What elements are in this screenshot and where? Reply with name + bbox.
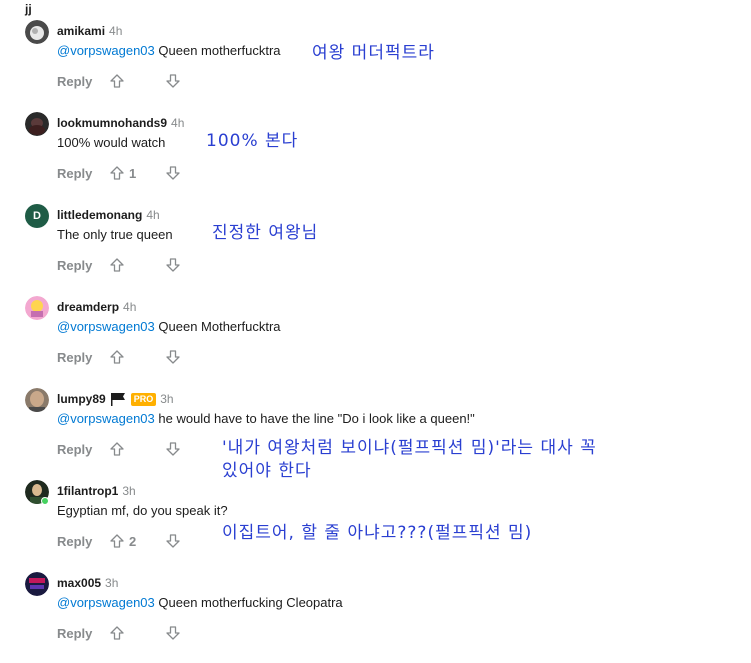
reply-button[interactable]: Reply (57, 350, 109, 365)
comment-meta: lookmumnohands9 4h (57, 116, 184, 130)
reply-button[interactable]: Reply (57, 166, 109, 181)
comment-actions: Reply (57, 256, 181, 274)
comment: D littledemonang 4h The only true queen … (0, 184, 751, 276)
vote-count: 2 (129, 533, 137, 549)
user-mention-link[interactable]: @vorpswagen03 (57, 319, 155, 334)
flag-icon (110, 392, 127, 406)
comment-body: Egyptian mf, do you speak it? (57, 503, 228, 518)
comment-body: @vorpswagen03 he would have to have the … (57, 411, 475, 426)
comment-meta: amikami 4h (57, 24, 122, 38)
comment-meta: lumpy89 PRO 3h (57, 392, 174, 406)
comment-text: Queen motherfucktra (158, 43, 281, 58)
timestamp[interactable]: 4h (171, 116, 184, 130)
reply-button[interactable]: Reply (57, 534, 109, 549)
comment-meta: dreamderp 4h (57, 300, 136, 314)
comment: 1filantrop1 3h Egyptian mf, do you speak… (0, 460, 751, 552)
timestamp[interactable]: 4h (146, 208, 159, 222)
comment: max005 3h @vorpswagen03 Queen motherfuck… (0, 552, 751, 644)
comment-actions: Reply (57, 348, 181, 366)
username[interactable]: lumpy89 (57, 392, 106, 406)
arrow-up-icon[interactable] (109, 257, 125, 273)
comment-text: The only true queen (57, 227, 173, 242)
comment-meta: 1filantrop1 3h (57, 484, 136, 498)
comment-text: Queen motherfucking Cleopatra (158, 595, 343, 610)
arrow-up-icon[interactable] (109, 165, 125, 181)
comment-actions: Reply (57, 440, 181, 458)
avatar[interactable] (25, 20, 49, 44)
comment-actions: Reply (57, 72, 181, 90)
translation-annotation: 100% 본다 (206, 131, 299, 151)
user-mention-link[interactable]: @vorpswagen03 (57, 595, 155, 610)
comment-text: Queen Motherfucktra (158, 319, 281, 334)
arrow-up-icon[interactable] (109, 441, 125, 457)
comment-body: 100% would watch (57, 135, 165, 150)
arrow-down-icon[interactable] (165, 533, 181, 549)
arrow-down-icon[interactable] (165, 257, 181, 273)
username[interactable]: max005 (57, 576, 101, 590)
avatar[interactable]: D (25, 204, 49, 228)
arrow-down-icon[interactable] (165, 73, 181, 89)
arrow-up-icon[interactable] (109, 625, 125, 641)
arrow-up-icon[interactable] (109, 533, 125, 549)
translation-annotation: 여왕 머더퍽트라 (312, 43, 435, 63)
user-mention-link[interactable]: @vorpswagen03 (57, 411, 155, 426)
username[interactable]: littledemonang (57, 208, 142, 222)
timestamp[interactable]: 4h (123, 300, 136, 314)
username[interactable]: 1filantrop1 (57, 484, 118, 498)
comment-meta: littledemonang 4h (57, 208, 160, 222)
reply-button[interactable]: Reply (57, 258, 109, 273)
comment: amikami 4h @vorpswagen03 Queen motherfuc… (0, 0, 751, 92)
username[interactable]: amikami (57, 24, 105, 38)
avatar[interactable] (25, 572, 49, 596)
translation-annotation: 이집트어, 할 줄 아냐고???(펄프픽션 밈) (222, 523, 533, 543)
comment: dreamderp 4h @vorpswagen03 Queen Motherf… (0, 276, 751, 368)
username[interactable]: lookmumnohands9 (57, 116, 167, 130)
arrow-down-icon[interactable] (165, 625, 181, 641)
translation-annotation: 진정한 여왕님 (212, 223, 319, 243)
comment-meta: max005 3h (57, 576, 118, 590)
pro-badge: PRO (130, 392, 157, 406)
avatar[interactable] (25, 112, 49, 136)
reply-button[interactable]: Reply (57, 442, 109, 457)
comment: lumpy89 PRO 3h @vorpswagen03 he would ha… (0, 368, 751, 481)
comment-text: 100% would watch (57, 135, 166, 150)
comment-actions: Reply 1 (57, 164, 181, 182)
reply-button[interactable]: Reply (57, 74, 109, 89)
arrow-up-icon[interactable] (109, 349, 125, 365)
comment-body: @vorpswagen03 Queen motherfucktra (57, 43, 281, 58)
comment-text: he would have to have the line "Do i loo… (158, 411, 475, 426)
comment-body: @vorpswagen03 Queen motherfucking Cleopa… (57, 595, 343, 610)
arrow-down-icon[interactable] (165, 441, 181, 457)
arrow-down-icon[interactable] (165, 349, 181, 365)
avatar[interactable] (25, 296, 49, 320)
comment-actions: Reply 2 (57, 532, 181, 550)
comment-text: Egyptian mf, do you speak it? (57, 503, 228, 518)
comment-thread: jj amikami 4h @vorpswagen03 Queen mother… (0, 0, 751, 663)
timestamp[interactable]: 3h (122, 484, 135, 498)
user-mention-link[interactable]: @vorpswagen03 (57, 43, 155, 58)
online-status-dot (41, 497, 49, 505)
timestamp[interactable]: 3h (105, 576, 118, 590)
comment: lookmumnohands9 4h 100% would watch Repl… (0, 92, 751, 184)
timestamp[interactable]: 3h (160, 392, 173, 406)
comment-body: @vorpswagen03 Queen Motherfucktra (57, 319, 281, 334)
timestamp[interactable]: 4h (109, 24, 122, 38)
avatar[interactable] (25, 388, 49, 412)
username[interactable]: dreamderp (57, 300, 119, 314)
comment-actions: Reply (57, 624, 181, 642)
arrow-down-icon[interactable] (165, 165, 181, 181)
arrow-up-icon[interactable] (109, 73, 125, 89)
reply-button[interactable]: Reply (57, 626, 109, 641)
comment-body: The only true queen (57, 227, 173, 242)
vote-count: 1 (129, 165, 137, 181)
